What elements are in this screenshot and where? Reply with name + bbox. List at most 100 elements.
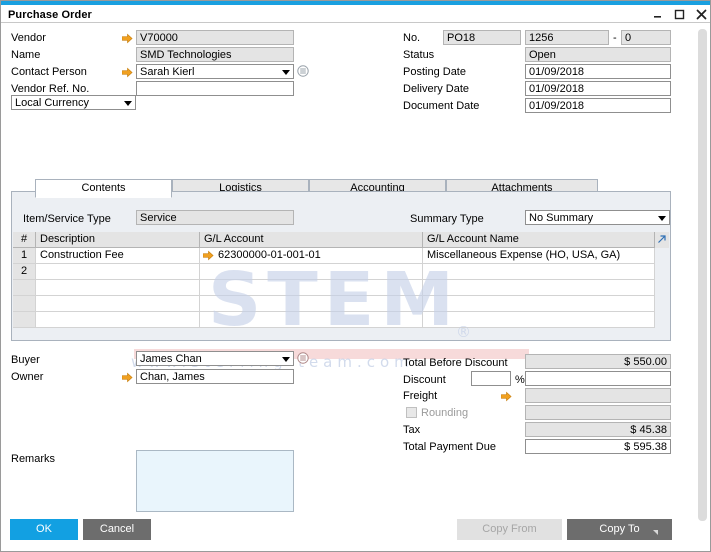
- table-row: [13, 296, 36, 312]
- total-before-discount-label: Total Before Discount: [403, 357, 508, 369]
- rounding-label: Rounding: [421, 407, 469, 419]
- chevron-down-icon: [282, 70, 290, 75]
- table-row[interactable]: [423, 280, 655, 296]
- contact-person-dropdown[interactable]: Sarah Kierl: [136, 64, 294, 79]
- table-row[interactable]: [36, 296, 200, 312]
- vendor-field[interactable]: V70000: [136, 30, 294, 45]
- gl-account-link-arrow-icon[interactable]: [203, 250, 214, 261]
- purchase-order-window: Purchase Order Vendor V70000 Name SMD Te…: [0, 0, 711, 552]
- chevron-down-icon: [124, 101, 132, 106]
- table-row[interactable]: [200, 296, 423, 312]
- tab-contents[interactable]: Contents: [35, 179, 172, 198]
- posting-date-field[interactable]: 01/09/2018: [525, 64, 671, 79]
- currency-value: Local Currency: [15, 97, 89, 109]
- summary-type-dropdown[interactable]: No Summary: [525, 210, 670, 225]
- table-row: 1: [13, 248, 36, 264]
- copy-from-button: Copy From: [457, 519, 562, 540]
- remarks-textarea[interactable]: [136, 450, 294, 512]
- buyer-list-icon[interactable]: [297, 352, 309, 364]
- maximize-button[interactable]: [673, 8, 686, 21]
- currency-dropdown[interactable]: Local Currency: [11, 95, 136, 110]
- document-no-label: No.: [403, 32, 421, 44]
- table-row[interactable]: [200, 312, 423, 328]
- ok-button[interactable]: OK: [10, 519, 78, 540]
- window-controls: [651, 8, 708, 21]
- vendor-ref-no-label: Vendor Ref. No.: [11, 83, 90, 95]
- table-row: [13, 312, 36, 328]
- posting-date-label: Posting Date: [403, 66, 466, 78]
- grid-header-description[interactable]: Description: [36, 232, 200, 248]
- vendor-label: Vendor: [11, 32, 46, 44]
- table-row[interactable]: [200, 280, 423, 296]
- grid-header-gl-account[interactable]: G/L Account: [200, 232, 423, 248]
- freight-label: Freight: [403, 390, 438, 402]
- contact-person-label: Contact Person: [11, 66, 87, 78]
- buyer-dropdown[interactable]: James Chan: [136, 351, 294, 366]
- grid-header-gl-account-name[interactable]: G/L Account Name: [423, 232, 655, 248]
- grid-header-row-number: #: [13, 232, 36, 248]
- contact-person-list-icon[interactable]: [297, 65, 309, 77]
- table-row[interactable]: [423, 312, 655, 328]
- table-row: 2: [13, 264, 36, 280]
- owner-link-arrow-icon[interactable]: [122, 372, 133, 383]
- total-before-discount-field: $ 550.00: [525, 354, 671, 369]
- chevron-down-icon: [282, 357, 290, 362]
- owner-label: Owner: [11, 371, 44, 383]
- table-row: [13, 280, 36, 296]
- document-series-field[interactable]: PO18: [443, 30, 521, 45]
- table-row[interactable]: Construction Fee: [36, 248, 200, 264]
- copy-to-dropdown-arrow-icon[interactable]: [653, 530, 658, 535]
- buyer-value: James Chan: [140, 353, 202, 365]
- buyer-label: Buyer: [11, 354, 40, 366]
- document-no-dash: -: [613, 32, 617, 44]
- remarks-label: Remarks: [11, 453, 56, 465]
- table-row[interactable]: [36, 264, 200, 280]
- vendor-name-field[interactable]: SMD Technologies: [136, 47, 294, 62]
- delivery-date-field[interactable]: 01/09/2018: [525, 81, 671, 96]
- total-payment-due-field: $ 595.38: [525, 439, 671, 454]
- contact-person-link-arrow-icon[interactable]: [122, 67, 133, 78]
- document-date-label: Document Date: [403, 100, 480, 112]
- vendor-link-arrow-icon[interactable]: [122, 33, 133, 44]
- table-row[interactable]: 62300000-01-001-01: [200, 248, 423, 264]
- freight-field[interactable]: [525, 388, 671, 403]
- table-row[interactable]: [36, 280, 200, 296]
- name-label: Name: [11, 49, 41, 61]
- summary-type-value: No Summary: [529, 212, 594, 224]
- rounding-checkbox: [406, 407, 417, 418]
- discount-label: Discount: [403, 374, 446, 386]
- document-date-field[interactable]: 01/09/2018: [525, 98, 671, 113]
- table-row[interactable]: [200, 264, 423, 280]
- table-row[interactable]: [423, 264, 655, 280]
- owner-field[interactable]: Chan, James: [136, 369, 294, 384]
- freight-link-arrow-icon[interactable]: [501, 391, 512, 402]
- cancel-button[interactable]: Cancel: [83, 519, 151, 540]
- status-label: Status: [403, 49, 435, 61]
- status-field: Open: [525, 47, 671, 62]
- expand-grid-icon[interactable]: [655, 232, 669, 248]
- discount-amount-field[interactable]: [525, 371, 671, 386]
- close-button[interactable]: [695, 8, 708, 21]
- delivery-date-label: Delivery Date: [403, 83, 470, 95]
- table-row[interactable]: [423, 296, 655, 312]
- vertical-scrollbar-thumb[interactable]: [698, 29, 707, 521]
- percent-sign-label: %: [515, 374, 525, 386]
- contact-person-value: Sarah Kierl: [140, 66, 195, 78]
- document-suffix-field[interactable]: 0: [621, 30, 671, 45]
- vendor-ref-no-field[interactable]: [136, 81, 294, 96]
- rounding-field: [525, 405, 671, 420]
- total-payment-due-label: Total Payment Due: [403, 441, 496, 453]
- tax-label: Tax: [403, 424, 421, 436]
- discount-percent-input[interactable]: [471, 371, 511, 386]
- minimize-button[interactable]: [651, 8, 664, 21]
- window-title-bar: Purchase Order: [1, 5, 710, 22]
- document-number-field[interactable]: 1256: [525, 30, 609, 45]
- table-row[interactable]: [36, 312, 200, 328]
- chevron-down-icon: [658, 216, 666, 221]
- item-service-type-label: Item/Service Type: [23, 213, 111, 225]
- window-title: Purchase Order: [8, 9, 92, 21]
- table-row[interactable]: Miscellaneous Expense (HO, USA, GA): [423, 248, 655, 264]
- tax-field: $ 45.38: [525, 422, 671, 437]
- item-service-type-field[interactable]: Service: [136, 210, 294, 225]
- summary-type-label: Summary Type: [410, 213, 484, 225]
